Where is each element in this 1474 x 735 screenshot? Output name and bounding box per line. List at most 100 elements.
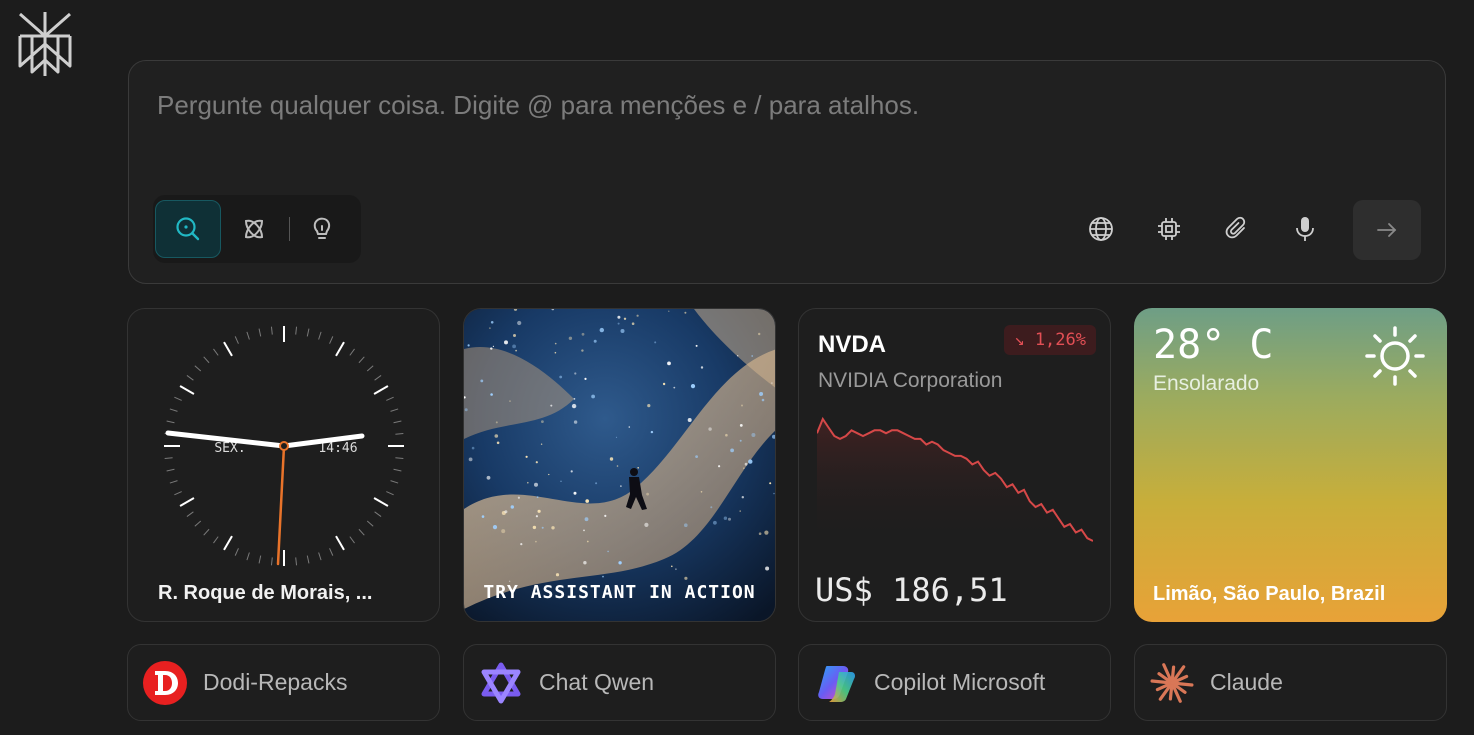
star: [744, 462, 748, 466]
star: [616, 465, 619, 467]
star: [668, 310, 670, 312]
star: [520, 543, 523, 546]
star: [517, 496, 520, 499]
app-logo-icon[interactable]: [14, 10, 76, 78]
star: [535, 515, 538, 518]
star: [515, 349, 517, 352]
research-mode-button[interactable]: [221, 200, 287, 258]
star: [599, 327, 604, 333]
star: [536, 496, 539, 499]
star: [492, 525, 498, 530]
star: [730, 448, 734, 453]
star: [573, 491, 577, 495]
globe-icon: [1089, 217, 1113, 241]
web-source-button[interactable]: [1081, 209, 1121, 249]
model-select-button[interactable]: [1149, 209, 1189, 249]
shortcut-chat-qwen[interactable]: Chat Qwen: [463, 644, 776, 721]
clock-minute-tick: [393, 468, 402, 472]
star: [644, 522, 649, 527]
shortcut-label: Chat Qwen: [539, 669, 655, 695]
star: [490, 393, 493, 396]
star: [509, 400, 511, 402]
star: [739, 439, 742, 442]
reasoning-mode-button[interactable]: [289, 200, 355, 258]
star: [555, 573, 560, 577]
star: [496, 441, 500, 445]
assistant-promo-card[interactable]: TRY ASSISTANT IN ACTION: [463, 308, 776, 622]
clock-minute-tick: [366, 520, 374, 527]
voice-button[interactable]: [1285, 209, 1325, 249]
clock-minute-tick: [306, 555, 310, 564]
star: [739, 510, 741, 512]
star: [684, 523, 688, 527]
star: [560, 480, 562, 482]
submit-button[interactable]: [1353, 200, 1421, 260]
stock-widget[interactable]: NVDA NVIDIA Corporation ↘ 1,26% US$ 186,…: [798, 308, 1111, 622]
clock-minute-tick: [395, 432, 404, 435]
weather-widget[interactable]: 28° C Ensolarado Limão, São Paulo, Brazi…: [1134, 308, 1447, 622]
attach-button[interactable]: [1217, 209, 1257, 249]
shortcut-copilot-microsoft[interactable]: Copilot Microsoft: [798, 644, 1111, 721]
clock-minute-tick: [318, 552, 322, 561]
star: [583, 529, 585, 532]
clock-minute-tick: [295, 557, 298, 566]
clock-minute-tick: [295, 326, 298, 335]
star: [584, 517, 589, 522]
clock-center: [279, 441, 289, 451]
star: [761, 398, 765, 402]
star: [486, 475, 491, 480]
star: [591, 394, 595, 399]
star: [684, 576, 688, 580]
clock-hour-tick: [223, 341, 233, 357]
stock-company: NVIDIA Corporation: [818, 369, 1003, 392]
research-icon: [244, 219, 264, 239]
clock-minute-tick: [390, 480, 399, 484]
star: [489, 327, 491, 329]
stock-ticker: NVDA: [818, 331, 887, 358]
qwen-icon: [477, 659, 525, 707]
star: [647, 404, 651, 408]
search-box: [128, 60, 1446, 284]
star: [537, 509, 541, 513]
star: [512, 344, 516, 349]
search-mode-button[interactable]: [155, 200, 221, 258]
search-mode-group: [153, 195, 361, 263]
shortcut-claude[interactable]: Claude: [1134, 644, 1447, 721]
clock-minute-tick: [329, 548, 334, 556]
weather-location: Limão, São Paulo, Brazil: [1153, 583, 1386, 605]
star: [765, 566, 770, 571]
search-input[interactable]: [155, 89, 1359, 122]
cpu-icon: [1158, 218, 1180, 240]
clock-widget[interactable]: SEX. 14:46 R. Roque de Morais, ...: [127, 308, 440, 622]
clock-minute-tick: [203, 528, 210, 536]
star: [541, 526, 544, 529]
star: [494, 434, 499, 438]
star: [725, 433, 728, 437]
star: [620, 329, 625, 333]
star: [574, 372, 577, 375]
star: [464, 408, 468, 412]
shortcut-dodi-repacks[interactable]: Dodi-Repacks: [127, 644, 440, 721]
star: [513, 334, 516, 337]
clock-minute-tick: [186, 511, 194, 517]
star: [571, 403, 577, 409]
star: [671, 565, 673, 568]
microphone-icon: [1296, 217, 1314, 241]
star: [548, 473, 550, 476]
clock-minute-tick: [366, 365, 374, 372]
clock-minute-tick: [169, 408, 178, 412]
star: [490, 321, 494, 324]
clock-minute-tick: [234, 336, 239, 344]
star: [741, 496, 744, 499]
star: [662, 382, 666, 386]
search-icon: [176, 217, 200, 241]
clock-minute-tick: [166, 468, 175, 472]
star: [743, 467, 745, 469]
clock-minute-tick: [374, 511, 382, 517]
arrow-right-icon: [1377, 223, 1397, 237]
star: [695, 455, 698, 458]
star: [764, 530, 769, 535]
star: [593, 339, 597, 343]
star: [517, 320, 522, 326]
star: [525, 455, 528, 458]
